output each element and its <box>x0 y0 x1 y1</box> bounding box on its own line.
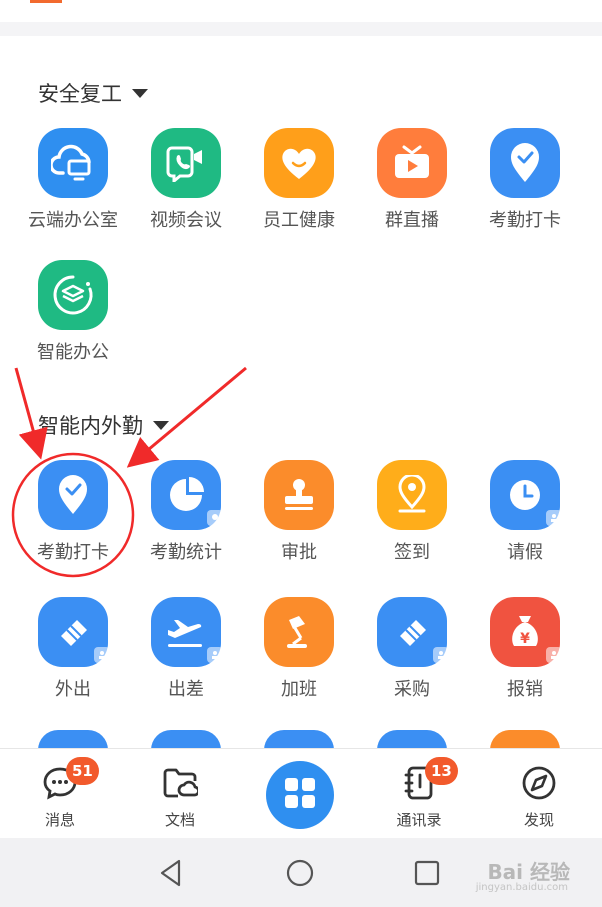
heart-icon <box>264 128 334 198</box>
app-label: 签到 <box>394 542 430 563</box>
svg-text:¥: ¥ <box>520 631 530 647</box>
app-cloud-office[interactable]: 云端办公室 <box>17 128 129 232</box>
layers-icon <box>38 260 108 330</box>
nav-messages[interactable]: 51 消息 <box>10 749 110 839</box>
app-label: 群直播 <box>385 210 439 231</box>
system-nav-bar: Bai 经验 jingyan.baidu.com <box>0 838 602 907</box>
nav-label: 发现 <box>523 811 554 829</box>
app-label: 加班 <box>281 679 317 700</box>
app-icon-peek <box>490 730 560 750</box>
nav-documents[interactable]: 文档 <box>130 749 230 839</box>
watermark-logo: Bai 经验 <box>487 860 570 884</box>
app-label: 外出 <box>55 679 91 700</box>
location-check-icon <box>38 460 108 530</box>
app-label: 考勤统计 <box>150 542 222 563</box>
app-sign-in[interactable]: 签到 <box>356 460 468 564</box>
section-divider <box>0 22 602 36</box>
grid-apps-icon <box>283 776 317 814</box>
app-attendance-stats[interactable]: 考勤统计 <box>130 460 242 564</box>
airplane-icon <box>151 597 223 667</box>
caret-down-icon <box>153 420 169 430</box>
person-mini-icon <box>207 647 223 663</box>
app-label: 考勤打卡 <box>489 210 561 231</box>
app-smart-office[interactable]: 智能办公 <box>17 260 129 364</box>
arrow-left <box>14 367 48 460</box>
app-video-meeting[interactable]: 视频会议 <box>130 128 242 232</box>
apps-center-button[interactable] <box>266 761 334 829</box>
app-label: 报销 <box>507 679 543 700</box>
app-purchase[interactable]: 采购 <box>356 597 468 701</box>
app-label: 云端办公室 <box>28 210 118 231</box>
tab-indicator <box>30 0 62 3</box>
cloud-office-icon <box>38 128 108 198</box>
app-group-live[interactable]: 群直播 <box>356 128 468 232</box>
caret-down-icon <box>132 88 148 98</box>
compass-icon <box>519 763 559 803</box>
nav-label: 文档 <box>164 811 195 829</box>
app-label: 出差 <box>168 679 204 700</box>
app-label: 考勤打卡 <box>37 542 109 563</box>
app-attendance-checkin[interactable]: 考勤打卡 <box>469 128 581 232</box>
app-overtime[interactable]: 加班 <box>243 597 355 701</box>
contacts-book-icon: 13 <box>399 757 458 803</box>
location-mini-icon <box>207 510 223 526</box>
app-go-out[interactable]: 外出 <box>17 597 129 701</box>
nav-label: 通讯录 <box>396 811 442 829</box>
tv-live-icon <box>377 128 447 198</box>
app-icon-peek <box>377 730 447 750</box>
folder-cloud-icon <box>160 763 200 803</box>
app-label: 审批 <box>281 542 317 563</box>
location-pin-icon <box>377 460 447 530</box>
unread-count-badge: 51 <box>66 757 99 785</box>
app-reimbursement[interactable]: ¥ 报销 <box>469 597 581 701</box>
back-icon[interactable] <box>154 856 188 890</box>
eraser-icon <box>38 597 110 667</box>
app-business-trip[interactable]: 出差 <box>130 597 242 701</box>
app-label: 请假 <box>507 542 543 563</box>
nav-label: 消息 <box>44 811 75 829</box>
section-title-label: 安全复工 <box>38 82 122 106</box>
section-title-field-work[interactable]: 智能内外勤 <box>38 410 169 440</box>
app-attendance-checkin-2[interactable]: 考勤打卡 <box>17 460 129 564</box>
person-mini-icon <box>433 647 449 663</box>
money-bag-icon: ¥ <box>490 597 562 667</box>
top-strip <box>0 0 602 22</box>
app-icon-peek <box>38 730 108 750</box>
section-title-label: 智能内外勤 <box>38 414 143 438</box>
eraser-icon <box>377 597 449 667</box>
nav-contacts[interactable]: 13 通讯录 <box>369 749 469 839</box>
section-title-safe-work[interactable]: 安全复工 <box>38 78 148 108</box>
app-label: 采购 <box>394 679 430 700</box>
desk-lamp-icon <box>264 597 334 667</box>
pie-chart-icon <box>151 460 223 530</box>
watermark-url: jingyan.baidu.com <box>475 882 568 893</box>
clock-icon <box>490 460 562 530</box>
stamp-icon <box>264 460 334 530</box>
person-mini-icon <box>546 510 562 526</box>
app-icon-peek <box>151 730 221 750</box>
home-icon[interactable] <box>283 856 317 890</box>
app-label: 智能办公 <box>37 342 109 363</box>
contacts-count-badge: 13 <box>425 757 458 785</box>
person-mini-icon <box>546 647 562 663</box>
bottom-nav: 51 消息 文档 13 通讯录 发现 <box>0 748 602 838</box>
video-call-icon <box>151 128 221 198</box>
recents-icon[interactable] <box>410 856 444 890</box>
app-leave[interactable]: 请假 <box>469 460 581 564</box>
app-icon-peek <box>264 730 334 750</box>
nav-discover[interactable]: 发现 <box>489 749 589 839</box>
location-check-icon <box>490 128 560 198</box>
chat-bubble-icon: 51 <box>40 757 99 803</box>
app-employee-health[interactable]: 员工健康 <box>243 128 355 232</box>
app-approval[interactable]: 审批 <box>243 460 355 564</box>
person-mini-icon <box>94 647 110 663</box>
app-label: 视频会议 <box>150 210 222 231</box>
app-label: 员工健康 <box>263 210 335 231</box>
